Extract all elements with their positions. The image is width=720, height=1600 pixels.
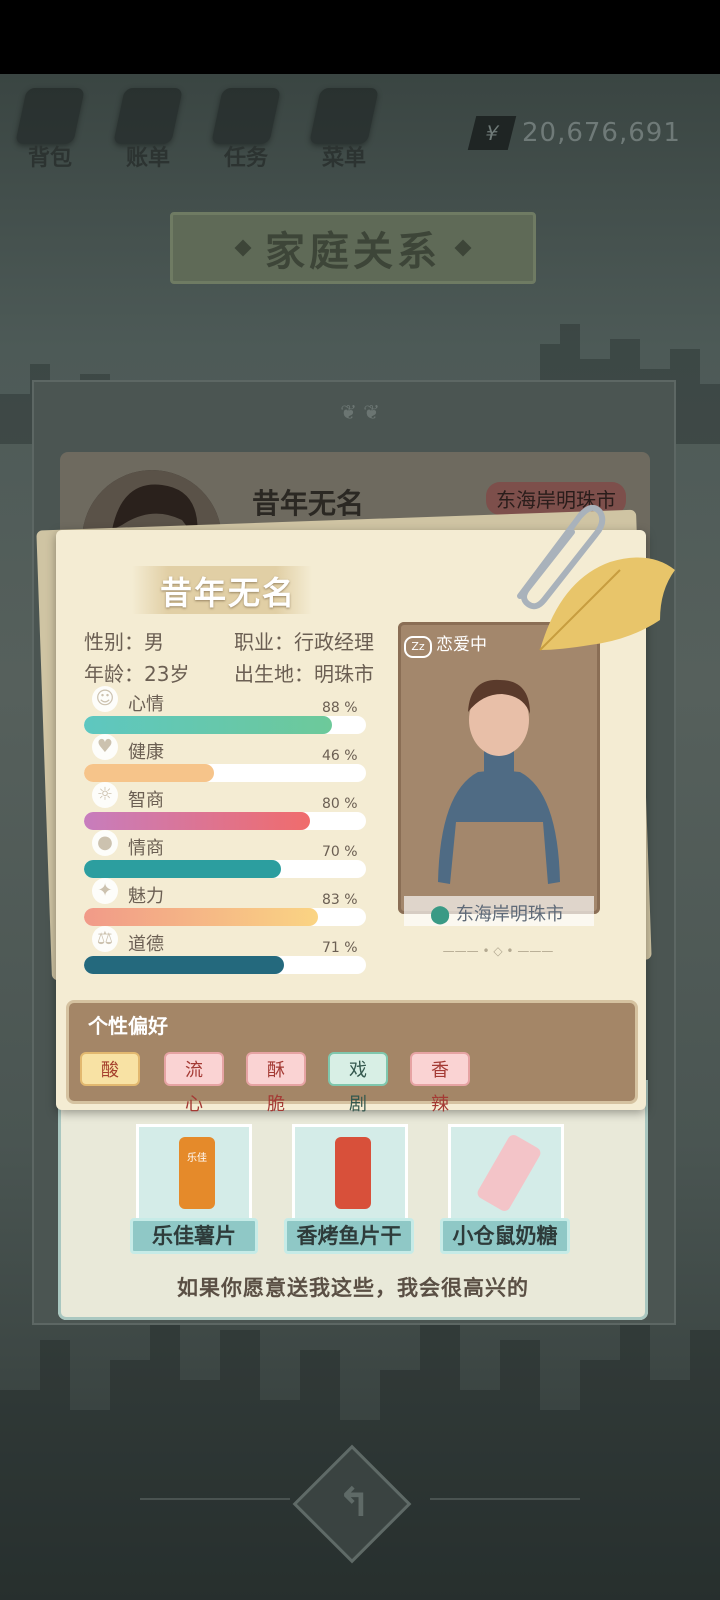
apple-icon: ● [92,830,118,856]
stat-percent: 71 % [322,940,358,956]
page-title-banner: 家庭关系 [170,212,536,284]
stat-label: 魅力 [128,886,164,907]
job-info: 职业：行政经理 [234,630,374,654]
nav-tasks-button[interactable]: 任务 [206,88,286,178]
diamond-icon [454,239,472,257]
stat-label: 健康 [128,742,164,763]
nav-bag-button[interactable]: 背包 [10,88,90,178]
tasks-icon [211,88,281,144]
gift-message: 如果你愿意送我这些，我会很高兴的 [177,1276,529,1300]
nav-menu-label: 菜单 [321,146,366,171]
nav-tasks-label: 任务 [223,146,268,171]
stat-percent: 88 % [322,700,358,716]
character-figure [438,679,560,884]
stat-percent: 83 % [322,892,358,908]
status-bar [0,0,720,74]
location-pin-icon: ⬤ [430,904,451,925]
page-title: 家庭关系 [265,229,441,275]
stat-bar [84,716,366,734]
profile-name: 昔年无名 [160,574,297,612]
return-arrow-icon: ↰ [337,1480,371,1526]
currency-amount: 20,676,691 [522,118,681,148]
stat-bar-fill [84,812,310,830]
chips-can-icon [179,1137,215,1209]
gift-name[interactable]: 乐佳薯片 [130,1218,258,1254]
character-portrait [398,622,600,914]
stat-bar [84,956,366,974]
birthplace-info: 出生地：明珠市 [234,662,374,686]
back-decoration-left [140,1498,290,1500]
sparkle-icon: ✦ [92,878,118,904]
hamster-candy-icon [475,1132,543,1214]
stat-bar [84,812,366,830]
stat-bar-fill [84,764,214,782]
menu-icon [309,88,379,144]
preference-tag: 酥脆 [246,1052,306,1115]
fish-snack-icon [335,1137,371,1209]
stat-percent: 46 % [322,748,358,764]
nav-ledger-button[interactable]: 账单 [108,88,188,178]
preferences-title: 个性偏好 [88,1014,168,1038]
nav-menu-button[interactable]: 菜单 [304,88,384,178]
bag-icon [15,88,85,144]
preference-tag: 酸 [80,1052,140,1086]
sleep-zzz-icon: Zz [404,636,432,658]
stat-label: 道德 [128,934,164,955]
flourish-ornament: ❦ ❦ [340,400,380,424]
relationship-status: Zz 恋爱中 [404,630,487,658]
stat-bar-fill [84,908,319,926]
stat-percent: 70 % [322,844,358,860]
back-decoration-right [430,1498,580,1500]
gender-info: 性别：男 [84,630,164,654]
stat-bar [84,860,366,878]
gift-name[interactable]: 小仓鼠奶糖 [440,1218,570,1254]
smile-icon: ☺ [92,686,118,712]
relationship-status-label: 恋爱中 [436,635,487,655]
portrait-location-label: 东海岸明珠市 [455,904,564,925]
divider-ornament: ——— • ◇ • ——— [442,944,554,958]
preference-tag: 戏剧 [328,1052,388,1115]
yen-icon: ¥ [467,116,517,150]
paperclip-icon [517,504,606,610]
scales-icon: ⚖ [92,926,118,952]
back-card-name: 昔年无名 [252,487,365,520]
stat-percent: 80 % [322,796,358,812]
nav-ledger-label: 账单 [125,146,170,171]
heart-icon: ♥ [92,734,118,760]
nav-bag-label: 背包 [27,146,72,171]
stat-label: 情商 [128,838,164,859]
stat-label: 心情 [128,694,164,715]
stat-bar-fill [84,956,285,974]
diamond-icon [234,239,252,257]
preference-tag: 香辣 [410,1052,470,1115]
portrait-location: ⬤ 东海岸明珠市 [430,900,564,926]
lightbulb-icon: ☼ [92,782,118,808]
ledger-icon [113,88,183,144]
stat-bar-fill [84,716,333,734]
stat-label: 智商 [128,790,164,811]
stat-bar-fill [84,860,282,878]
preference-tag: 流心 [164,1052,224,1115]
currency-display: ¥ 20,676,691 [462,116,702,152]
gift-brand-label: 乐佳 [187,1153,207,1164]
stat-bar [84,908,366,926]
age-info: 年龄：23岁 [84,662,190,686]
gift-name[interactable]: 香烤鱼片干 [284,1218,414,1254]
stat-bar [84,764,366,782]
